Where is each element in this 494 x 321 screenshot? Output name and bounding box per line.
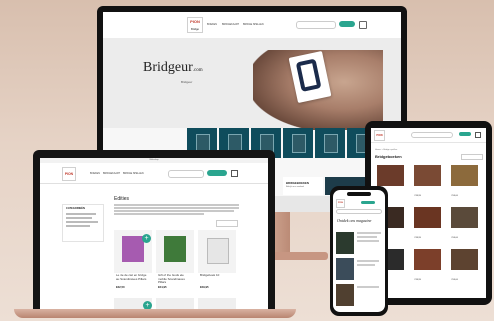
cart-icon[interactable] [231, 170, 238, 177]
brand-sub: Bridge [191, 28, 199, 31]
category-tile[interactable] [315, 128, 345, 158]
product-title[interactable]: Le 4e de ciel en bridge au Scandinaves P… [116, 273, 150, 281]
hero-tag: Bridgeur [181, 80, 193, 84]
book-cover-image [207, 238, 229, 264]
text-line [357, 232, 381, 234]
tablet-header: PION [371, 128, 486, 143]
tablet-account-button[interactable] [459, 132, 471, 136]
backgammon-image [414, 165, 441, 187]
phone-account-button[interactable] [361, 201, 375, 204]
phone-notch [347, 192, 371, 196]
product-card[interactable]: €39,95 [411, 204, 444, 242]
promo-card[interactable]: BRIDGEBOEKEN Bekijk ons aanbod [283, 177, 323, 195]
desktop-nav-cards[interactable]: BRIDGEKAART [222, 23, 239, 26]
phone-search-input[interactable] [336, 209, 382, 214]
laptop-site-header: PION BOEKEN BRIDGEKAART BRIDGE SPELLEN [40, 163, 268, 184]
laptop-logo[interactable]: PION [62, 167, 76, 181]
desktop-account-button[interactable] [339, 21, 355, 27]
sidebar-item[interactable] [66, 217, 92, 219]
tablet-breadcrumb[interactable]: Home > Bridge spellen [375, 149, 397, 151]
product-card[interactable]: Bridgeboek 10 €29,95 [198, 230, 236, 290]
tablet-search-input[interactable] [411, 132, 453, 138]
product-card[interactable]: €59,00 [448, 204, 481, 242]
product-card[interactable]: Gift of the Gods ele mobile Scandinaves … [156, 230, 194, 290]
product-image-area [198, 230, 236, 274]
text-line [114, 207, 239, 209]
product-title[interactable]: Gift of the Gods ele mobile Scandinaves … [158, 273, 192, 285]
category-sidebar: CATEGORIEËN [62, 204, 104, 242]
promo-sub: Bekijk ons aanbod [286, 186, 304, 188]
product-price: €24,95 [158, 285, 167, 289]
category-tile[interactable] [283, 128, 313, 158]
text-line [114, 213, 204, 215]
laptop-nav-cards[interactable]: BRIDGEKAART [103, 172, 120, 175]
laptop-screen: Webshop PION BOEKEN BRIDGEKAART BRIDGE S… [40, 158, 268, 312]
promo-title: BRIDGEBOEKEN [286, 181, 309, 185]
laptop-base [14, 309, 296, 318]
product-card[interactable]: Le 4e de ciel en bridge au Scandinaves P… [114, 230, 152, 290]
phone-heading: Ontdek ons magazine [337, 218, 372, 223]
desktop-site-header: PION Bridge BOEKEN BRIDGEKAART BRIDGE SP… [103, 12, 401, 39]
magazine-image[interactable] [336, 284, 354, 306]
sidebar-item[interactable] [66, 213, 96, 215]
product-card[interactable]: €39,95 [411, 162, 444, 200]
text-line [357, 240, 379, 242]
sort-select[interactable] [461, 154, 483, 160]
backgammon-image [414, 249, 441, 271]
desktop-logo[interactable]: PION Bridge [187, 17, 203, 33]
hero-logo: Bridgeur.com [143, 60, 203, 75]
sidebar-item[interactable] [66, 225, 90, 227]
product-card[interactable]: €59,00 [448, 246, 481, 284]
text-line [357, 264, 375, 266]
tablet-screen: PION Home > Bridge spellen Bridgeboeken … [371, 128, 486, 298]
product-card[interactable]: €59,00 [448, 162, 481, 200]
laptop-nav-games[interactable]: BRIDGE SPELLEN [123, 172, 144, 175]
backgammon-image [377, 165, 404, 187]
tablet-heading: Bridgeboeken [375, 154, 402, 159]
desktop-nav-books[interactable]: BOEKEN [207, 23, 217, 26]
backgammon-image [451, 207, 478, 229]
book-cover-image [164, 236, 186, 262]
text-line [357, 286, 379, 288]
sidebar-item[interactable] [66, 221, 98, 223]
product-price: €29,95 [200, 285, 209, 289]
magazine-image[interactable] [336, 258, 354, 280]
product-title[interactable]: Bridgeboek 10 [200, 273, 234, 278]
add-to-cart-icon[interactable]: + [142, 234, 151, 243]
backgammon-image [414, 207, 441, 229]
page-heading: Edities [114, 196, 130, 202]
sort-select[interactable] [216, 220, 238, 227]
cart-icon[interactable] [359, 21, 367, 29]
desktop-nav-games[interactable]: BRIDGE SPELLEN [243, 23, 264, 26]
text-line [357, 260, 379, 262]
magazine-image[interactable] [336, 232, 354, 254]
sidebar-title: CATEGORIEËN [66, 207, 85, 210]
laptop-nav-books[interactable]: BOEKEN [90, 172, 100, 175]
cart-icon[interactable] [475, 132, 481, 138]
laptop-device: Webshop PION BOEKEN BRIDGEKAART BRIDGE S… [33, 150, 275, 312]
desktop-hero-banner[interactable]: Bridgeur.com Bridgeur [103, 38, 401, 130]
desktop-search-input[interactable] [296, 21, 336, 29]
phone-device: PION Ontdek ons magazine [330, 186, 388, 316]
product-image-area [156, 230, 194, 274]
brand-name: PION [190, 19, 200, 24]
product-price: €32,50 [116, 285, 125, 289]
text-line [114, 204, 239, 206]
phone-screen: PION Ontdek ons magazine [333, 190, 385, 312]
bridge-b-logo-icon [295, 58, 322, 93]
text-line [114, 210, 234, 212]
backgammon-image [451, 165, 478, 187]
tablet-logo[interactable]: PION [374, 130, 385, 141]
laptop-account-button[interactable] [207, 170, 227, 176]
laptop-search-input[interactable] [168, 170, 204, 178]
backgammon-image [451, 249, 478, 271]
book-cover-image [122, 236, 144, 262]
product-card[interactable]: €39,95 [411, 246, 444, 284]
phone-logo[interactable]: PION [336, 199, 345, 208]
text-line [357, 236, 377, 238]
